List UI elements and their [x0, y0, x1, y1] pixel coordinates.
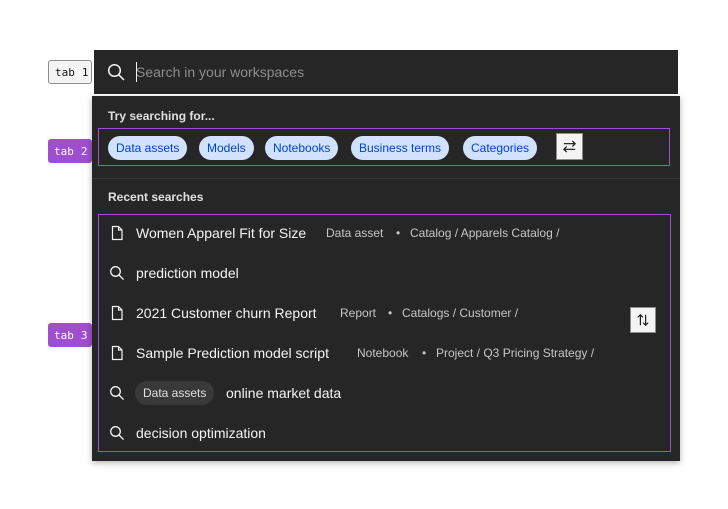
list-item[interactable]: Sample Prediction model script Notebook … — [99, 333, 670, 373]
search-bar[interactable] — [94, 50, 678, 94]
tag-business-terms[interactable]: Business terms — [351, 136, 450, 160]
recent-item-path: Catalogs / Customer / — [402, 306, 519, 320]
document-icon — [111, 345, 123, 361]
filter-chip: Data assets — [135, 381, 215, 405]
recent-searches-list: Women Apparel Fit for Size Data asset • … — [98, 214, 671, 452]
tag-data-assets[interactable]: Data assets — [108, 136, 188, 160]
tag-notebooks[interactable]: Notebooks — [265, 136, 339, 160]
text-cursor — [136, 62, 137, 82]
search-icon — [110, 426, 124, 440]
recent-item-title: online market data — [226, 385, 342, 401]
tag-models[interactable]: Models — [199, 136, 254, 160]
separator-dot: • — [396, 226, 401, 240]
search-dropdown-panel: Try searching for... Data assets Models … — [92, 96, 680, 461]
search-icon — [107, 63, 125, 81]
suggestions-heading: Try searching for... — [108, 109, 215, 123]
separator-dot: • — [422, 346, 427, 360]
recent-item-type: Notebook — [357, 346, 409, 360]
tag-categories[interactable]: Categories — [463, 136, 538, 160]
switch-button[interactable] — [556, 133, 583, 160]
tab-marker-number: 3 — [80, 328, 88, 342]
tab-marker-number: 2 — [80, 144, 88, 158]
recent-item-path: Project / Q3 Pricing Strategy / — [436, 346, 595, 360]
list-item[interactable]: Data assets online market data — [99, 373, 670, 413]
recent-item-type: Report — [340, 306, 377, 320]
list-item[interactable]: decision optimization — [99, 413, 670, 453]
list-item[interactable]: 2021 Customer churn Report Report • Cata… — [99, 293, 670, 333]
sort-arrows-icon — [637, 313, 649, 327]
search-icon — [110, 386, 124, 400]
recent-item-type: Data asset — [326, 226, 384, 240]
document-icon — [111, 305, 123, 321]
suggestion-tags-group: Data assets Models Notebooks Business te… — [98, 128, 670, 166]
recent-item-path: Catalog / Apparels Catalog / — [410, 226, 560, 240]
recent-item-title: decision optimization — [136, 425, 266, 441]
section-divider — [92, 178, 680, 179]
tab-marker-number: 1 — [81, 65, 89, 79]
recent-item-title: Sample Prediction model script — [136, 345, 329, 361]
recent-item-title: Women Apparel Fit for Size — [136, 225, 307, 241]
list-item[interactable]: prediction model — [99, 253, 670, 293]
search-icon — [110, 266, 124, 280]
search-input[interactable] — [136, 50, 656, 94]
tab-marker-3: tab 3 — [48, 323, 97, 347]
document-icon — [111, 225, 123, 241]
recent-item-title: prediction model — [136, 265, 239, 281]
swap-arrows-icon — [563, 140, 576, 153]
tab-marker-1: tab 1 — [48, 60, 92, 84]
tab-marker-label: tab — [55, 65, 75, 79]
tab-marker-2: tab 2 — [48, 139, 97, 163]
recent-searches-heading: Recent searches — [108, 190, 204, 204]
tab-marker-label: tab — [54, 328, 74, 342]
sort-button[interactable] — [630, 307, 656, 333]
separator-dot: • — [388, 306, 393, 320]
list-item[interactable]: Women Apparel Fit for Size Data asset • … — [99, 213, 670, 253]
tab-marker-label: tab — [54, 144, 74, 158]
recent-item-title: 2021 Customer churn Report — [136, 305, 317, 321]
